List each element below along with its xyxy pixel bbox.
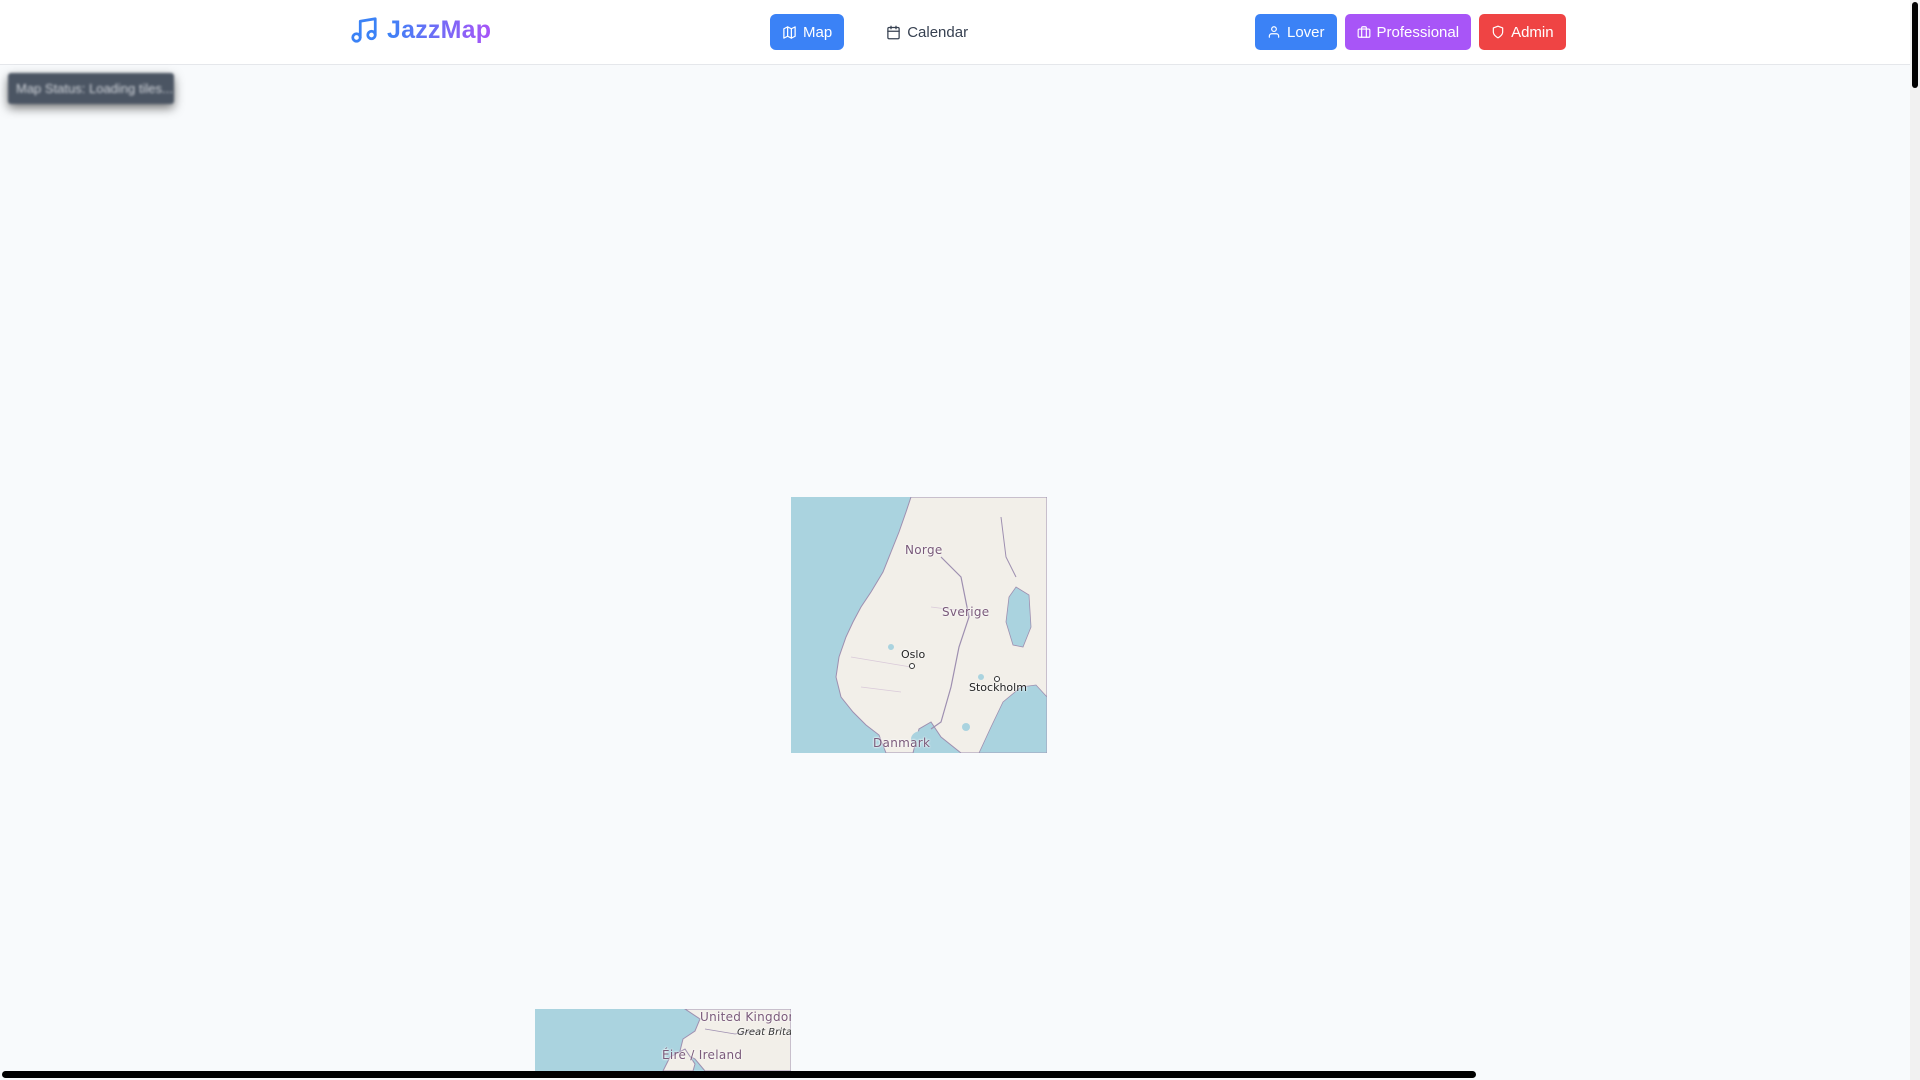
label-great-britain: Great Britain (737, 1027, 791, 1038)
role-admin-button[interactable]: Admin (1479, 14, 1566, 50)
tile-scandinavia-shapes (791, 497, 1047, 753)
role-lover-label: Lover (1287, 23, 1325, 41)
role-switcher: Lover Professional Admin (1255, 14, 1566, 50)
horizontal-scrollbar-thumb[interactable] (2, 1071, 1476, 1078)
shield-icon (1492, 25, 1504, 39)
main-nav: Map Calendar (770, 14, 980, 50)
role-professional-button[interactable]: Professional (1344, 14, 1472, 50)
app-title: JazzMap (387, 15, 492, 44)
nav-map-button[interactable]: Map (770, 14, 845, 50)
map-tile-scandinavia[interactable]: Norge Sverige Oslo Stockholm Danmark (791, 497, 1047, 753)
label-stockholm: Stockholm (969, 681, 1027, 694)
nav-calendar-button[interactable]: Calendar (874, 14, 980, 50)
page: JazzMap Map Calendar Lover Professional … (0, 0, 1920, 1080)
top-navbar: JazzMap Map Calendar Lover Professional … (0, 0, 1910, 65)
nav-map-label: Map (803, 23, 833, 41)
role-professional-label: Professional (1376, 23, 1460, 41)
map-icon (783, 25, 796, 39)
role-lover-button[interactable]: Lover (1255, 14, 1337, 50)
nav-calendar-label: Calendar (907, 23, 969, 41)
vertical-scrollbar-thumb[interactable] (1912, 2, 1918, 88)
user-icon (1268, 26, 1280, 38)
label-norway: Norge (905, 543, 943, 557)
app-logo[interactable]: JazzMap (349, 14, 491, 46)
oslo-city-dot (909, 663, 915, 669)
vertical-scrollbar-track[interactable] (1910, 0, 1920, 1080)
calendar-icon (887, 25, 900, 39)
label-oslo: Oslo (901, 648, 926, 661)
label-sweden: Sverige (942, 605, 990, 619)
label-united-kingdom: United Kingdom (700, 1010, 791, 1024)
role-admin-label: Admin (1511, 23, 1554, 41)
label-ireland: Éire / Ireland (662, 1048, 743, 1062)
map-tile-uk[interactable]: United Kingdom Great Britain Éire / Irel… (535, 1009, 791, 1071)
label-denmark: Danmark (873, 736, 931, 750)
music-note-icon (351, 17, 377, 43)
briefcase-icon (1357, 26, 1370, 38)
